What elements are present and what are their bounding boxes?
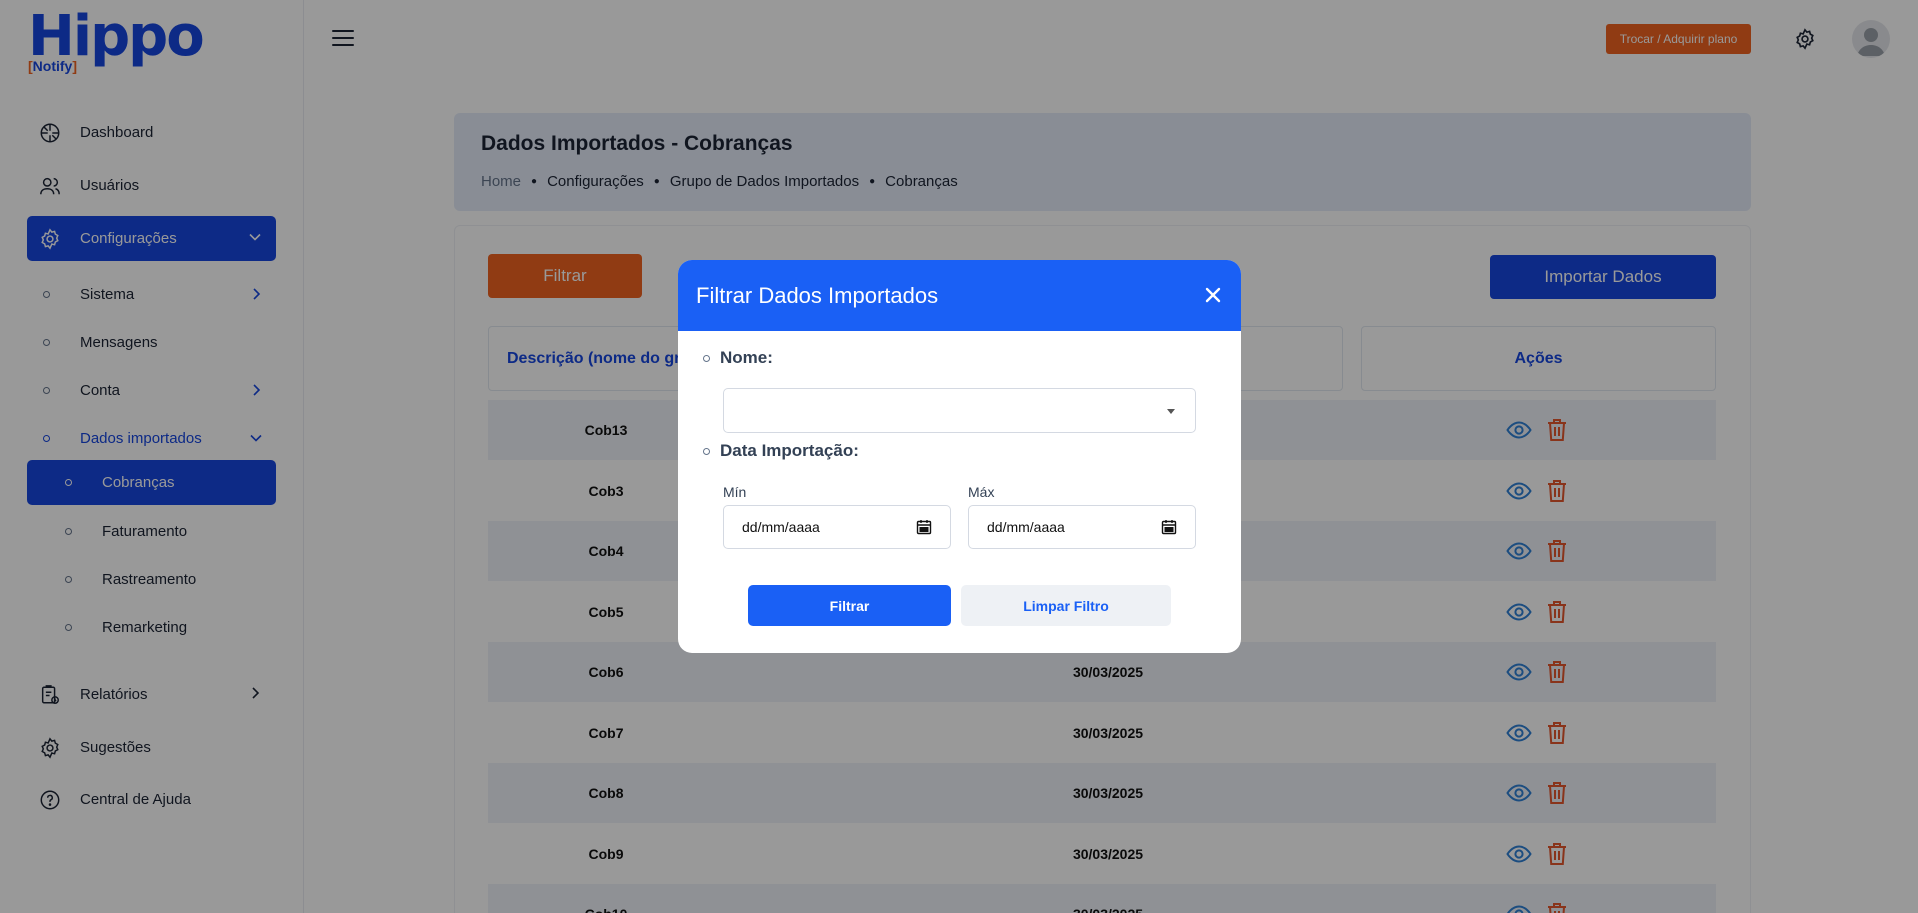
data-importacao-label: Data Importação: (720, 441, 859, 460)
data-field-label: Data Importação: (703, 441, 859, 461)
date-min-placeholder: dd/mm/aaaa (742, 519, 820, 535)
close-icon[interactable] (1203, 285, 1223, 305)
modal-title: Filtrar Dados Importados (696, 282, 939, 308)
date-max-input[interactable]: dd/mm/aaaa (968, 505, 1196, 549)
nome-label: Nome: (720, 348, 773, 367)
nome-select[interactable] (723, 388, 1196, 433)
bullet-icon (703, 447, 710, 455)
modal-header: Filtrar Dados Importados (678, 260, 1241, 331)
nome-field-label: Nome: (703, 348, 773, 368)
bullet-icon (703, 354, 710, 362)
modal-filter-button[interactable]: Filtrar (748, 585, 951, 626)
min-label: Mín (723, 484, 747, 500)
calendar-icon[interactable] (916, 519, 932, 535)
max-label: Máx (968, 484, 995, 500)
date-max-placeholder: dd/mm/aaaa (987, 519, 1065, 535)
calendar-icon[interactable] (1161, 519, 1177, 535)
caret-down-icon (1167, 409, 1175, 414)
filter-modal: Filtrar Dados Importados Nome: Data Impo… (678, 260, 1241, 653)
clear-filter-button[interactable]: Limpar Filtro (961, 585, 1171, 626)
date-min-input[interactable]: dd/mm/aaaa (723, 505, 951, 549)
